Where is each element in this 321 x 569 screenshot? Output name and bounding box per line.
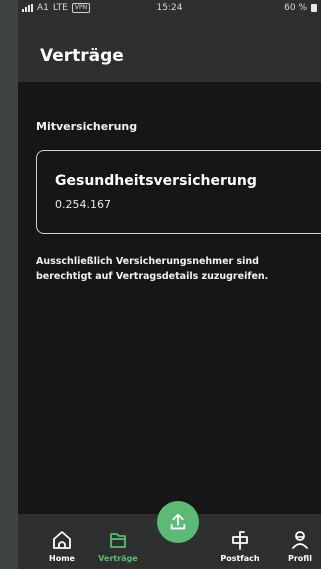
- tab-home[interactable]: Home: [42, 514, 82, 569]
- phone-screen: A1 LTE VPN 15:24 60 % Verträge Mitversic…: [18, 0, 321, 569]
- info-note: Ausschließlich Versicherungsnehmer sind …: [36, 256, 269, 282]
- tab-home-label: Home: [49, 554, 75, 563]
- tab-mailbox-label: Postfach: [220, 554, 260, 563]
- section-label: Mitversicherung: [36, 120, 138, 133]
- tab-mailbox[interactable]: Postfach: [216, 514, 264, 569]
- battery-label: 60 %: [284, 3, 307, 13]
- tab-contracts-label: Verträge: [98, 554, 138, 563]
- main-content: Mitversicherung Gesundheitsversicherung …: [18, 82, 321, 514]
- contract-card-number: 0.254.167: [55, 198, 111, 211]
- upload-icon: [170, 513, 186, 530]
- tab-profile[interactable]: Profil: [280, 514, 320, 569]
- status-bar: A1 LTE VPN 15:24 60 %: [18, 0, 321, 18]
- status-right: 60 %: [284, 3, 317, 13]
- contracts-icon: [110, 533, 126, 548]
- upload-button[interactable]: [157, 501, 199, 543]
- profile-icon: [292, 531, 308, 549]
- tab-contracts[interactable]: Verträge: [90, 514, 146, 569]
- mailbox-icon: [232, 531, 248, 550]
- tab-profile-label: Profil: [288, 554, 312, 563]
- tab-bar: Home Verträge Postfach Profil: [18, 501, 321, 569]
- app-header: Verträge: [18, 18, 321, 82]
- status-time: 15:24: [156, 3, 183, 13]
- page-title: Verträge: [40, 46, 124, 66]
- battery-icon: [311, 4, 317, 12]
- contract-card[interactable]: Gesundheitsversicherung 0.254.167: [36, 150, 321, 234]
- home-icon: [53, 531, 71, 549]
- contract-card-title: Gesundheitsversicherung: [55, 173, 257, 189]
